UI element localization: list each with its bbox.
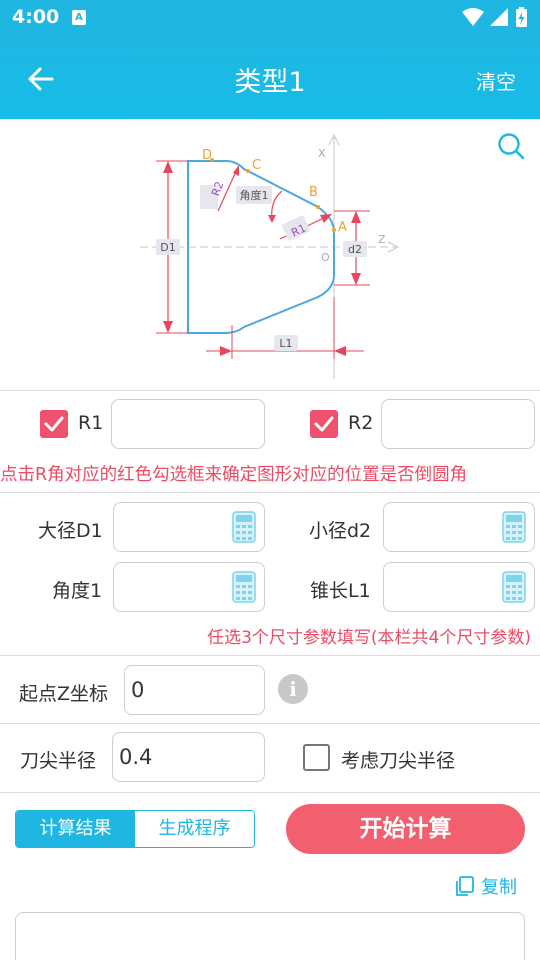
- result-tabs: 计算结果 生成程序: [15, 810, 255, 848]
- clear-button[interactable]: 清空: [476, 66, 516, 95]
- z-axis-label: Z: [378, 233, 386, 246]
- taper-length-label: 锥长L1: [310, 580, 371, 602]
- notification-icon: A: [72, 10, 86, 25]
- battery-icon: [516, 7, 527, 27]
- search-icon[interactable]: [496, 131, 526, 161]
- tool-nose-label: 刀尖半径: [20, 750, 97, 772]
- r1-checkbox[interactable]: [40, 410, 68, 438]
- page-title: 类型1: [234, 67, 306, 98]
- divider: [0, 390, 540, 391]
- d2-label: d2: [348, 243, 362, 256]
- signal-icon: [490, 8, 508, 26]
- start-z-label: 起点Z坐标: [19, 683, 109, 705]
- calculator-icon[interactable]: [232, 571, 256, 603]
- radius-hint: 点击R角对应的红色勾选框来确定图形对应的位置是否倒圆角: [0, 465, 468, 485]
- divider: [0, 723, 540, 724]
- origin-label: O: [321, 251, 330, 264]
- wifi-icon: [462, 8, 484, 26]
- r2-label: R2: [348, 412, 374, 434]
- r2-checkbox[interactable]: [310, 410, 338, 438]
- tab-result[interactable]: 计算结果: [16, 811, 135, 847]
- divider: [0, 492, 540, 493]
- start-calculate-button[interactable]: 开始计算: [286, 804, 525, 854]
- calculator-icon[interactable]: [502, 511, 526, 543]
- start-z-input[interactable]: 0: [124, 665, 265, 715]
- calculator-icon[interactable]: [232, 511, 256, 543]
- status-bar: 4:00 A: [0, 0, 540, 36]
- tool-nose-input[interactable]: 0.4: [112, 732, 265, 782]
- dims-hint: 任选3个尺寸参数填写(本栏共4个尺寸参数): [207, 628, 531, 648]
- tab-program[interactable]: 生成程序: [135, 811, 254, 847]
- app-bar: 类型1 清空: [0, 36, 540, 119]
- r2-diagram-label: R2: [209, 180, 226, 198]
- diagram-svg: X Z O D1 d2 L1 R2 R1 角度1 D C B A: [140, 133, 400, 379]
- r2-input[interactable]: [381, 399, 535, 449]
- point-d-label: D: [202, 148, 212, 163]
- x-axis-label: X: [318, 147, 326, 160]
- system-icons: [462, 7, 527, 27]
- status-time: 4:00: [12, 6, 60, 28]
- r1-input[interactable]: [111, 399, 265, 449]
- angle-label: 角度1: [52, 580, 103, 602]
- calculator-icon[interactable]: [502, 571, 526, 603]
- info-icon[interactable]: i: [278, 674, 308, 704]
- consider-nose-checkbox[interactable]: [303, 744, 330, 771]
- divider: [0, 655, 540, 656]
- consider-nose-label: 考虑刀尖半径: [341, 750, 456, 772]
- major-diameter-label: 大径D1: [38, 520, 103, 542]
- result-textarea[interactable]: [15, 912, 525, 960]
- divider: [0, 792, 540, 793]
- check-icon: [44, 416, 64, 432]
- taper-length-input[interactable]: [383, 562, 535, 612]
- point-c-label: C: [252, 158, 261, 173]
- minor-diameter-label: 小径d2: [309, 520, 372, 542]
- copy-label: 复制: [481, 877, 517, 898]
- point-a-label: A: [338, 220, 347, 235]
- check-icon: [314, 416, 334, 432]
- angle-input[interactable]: [113, 562, 265, 612]
- point-b-label: B: [309, 185, 318, 200]
- minor-diameter-input[interactable]: [383, 502, 535, 552]
- part-diagram: X Z O D1 d2 L1 R2 R1 角度1 D C B A: [0, 119, 540, 390]
- copy-icon: [456, 876, 474, 896]
- d1-label: D1: [160, 241, 175, 254]
- angle-diagram-label: 角度1: [240, 188, 269, 202]
- r1-label: R1: [78, 412, 104, 434]
- major-diameter-input[interactable]: [113, 502, 265, 552]
- l1-label: L1: [279, 337, 292, 350]
